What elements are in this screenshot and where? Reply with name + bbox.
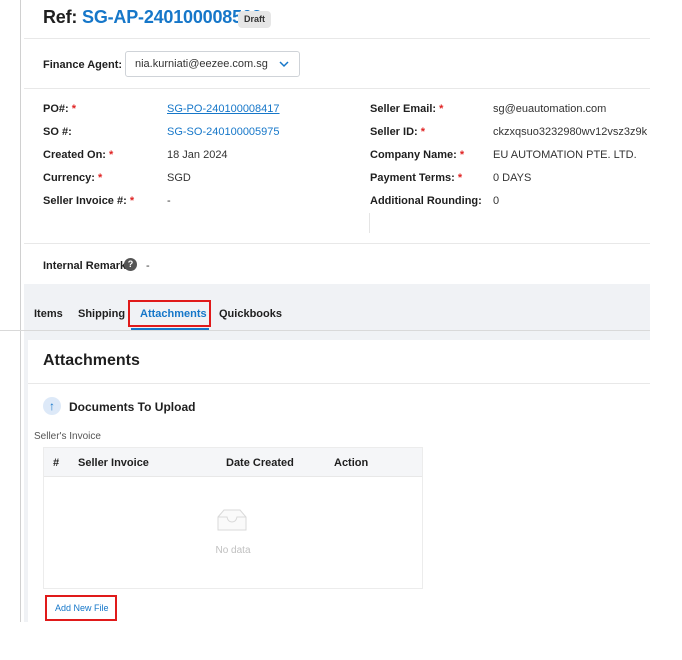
- add-new-file-label: Add New File: [55, 603, 109, 613]
- additional-rounding-label: Additional Rounding:: [370, 195, 482, 207]
- invoice-header-card: [24, 0, 650, 284]
- documents-to-upload-title: Documents To Upload: [69, 400, 196, 414]
- seller-email-label: Seller Email: *: [370, 103, 444, 115]
- finance-agent-select[interactable]: nia.kurniati@eezee.com.sg: [125, 51, 300, 77]
- internal-remark-value: -: [146, 260, 150, 272]
- company-name-value: EU AUTOMATION PTE. LTD.: [493, 149, 637, 161]
- tabs-baseline: [0, 330, 650, 331]
- seller-email-value: sg@euautomation.com: [493, 103, 607, 115]
- left-rail: [20, 0, 21, 622]
- empty-inbox-icon: [217, 509, 247, 531]
- po-link[interactable]: SG-PO-240100008417: [167, 103, 280, 115]
- divider: [24, 38, 650, 39]
- highlight-box-attachments-tab: [128, 300, 211, 327]
- column-header-action: Action: [334, 457, 369, 469]
- divider: [24, 243, 650, 244]
- created-on-label: Created On: *: [43, 149, 114, 161]
- payment-terms-label: Payment Terms: *: [370, 172, 463, 184]
- upload-icon: ↑: [43, 397, 61, 415]
- additional-rounding-value: 0: [493, 195, 500, 207]
- column-header-date-created: Date Created: [226, 457, 294, 469]
- attachments-title: Attachments: [43, 352, 140, 369]
- divider: [28, 383, 650, 384]
- seller-invoice-value: -: [167, 195, 171, 207]
- internal-remark-label: Internal Remark:: [43, 260, 130, 272]
- seller-id-label: Seller ID: *: [370, 126, 426, 138]
- currency-value: SGD: [167, 172, 191, 184]
- company-name-label: Company Name: *: [370, 149, 465, 161]
- so-label: SO #:: [43, 126, 72, 138]
- po-label: PO#: *: [43, 103, 77, 115]
- table-header: # Seller Invoice Date Created Action: [44, 448, 422, 477]
- divider: [24, 88, 650, 89]
- currency-label: Currency: *: [43, 172, 103, 184]
- finance-agent-label: Finance Agent:: [43, 59, 123, 71]
- seller-invoice-subsection: Seller's Invoice: [34, 431, 101, 442]
- ref-number: SG-AP-240100008563: [82, 7, 262, 27]
- page-title: Ref: SG-AP-240100008563: [43, 7, 262, 28]
- empty-state-text: No data: [215, 545, 251, 556]
- chevron-down-icon: [279, 61, 289, 68]
- created-on-value: 18 Jan 2024: [167, 149, 228, 161]
- seller-invoice-table: # Seller Invoice Date Created Action No …: [43, 447, 423, 589]
- tab-quickbooks[interactable]: Quickbooks: [219, 308, 282, 320]
- tab-items[interactable]: Items: [34, 308, 63, 320]
- payment-terms-value: 0 DAYS: [493, 172, 532, 184]
- column-header-index: #: [53, 457, 60, 469]
- seller-invoice-label: Seller Invoice #: *: [43, 195, 135, 207]
- column-header-seller-invoice: Seller Invoice: [78, 457, 149, 469]
- tab-shipping[interactable]: Shipping: [78, 308, 125, 320]
- active-tab-indicator: [131, 328, 209, 330]
- add-new-file-button[interactable]: Add New File: [45, 595, 117, 621]
- seller-id-value: ckzxqsuo3232980wv12vsz3z9k: [493, 126, 648, 138]
- help-icon[interactable]: ?: [124, 258, 137, 271]
- finance-agent-value: nia.kurniati@eezee.com.sg: [135, 58, 268, 70]
- column-divider: [369, 213, 370, 233]
- status-badge: Draft: [238, 11, 272, 28]
- ref-prefix: Ref:: [43, 7, 78, 27]
- so-link[interactable]: SG-SO-240100005975: [167, 126, 280, 138]
